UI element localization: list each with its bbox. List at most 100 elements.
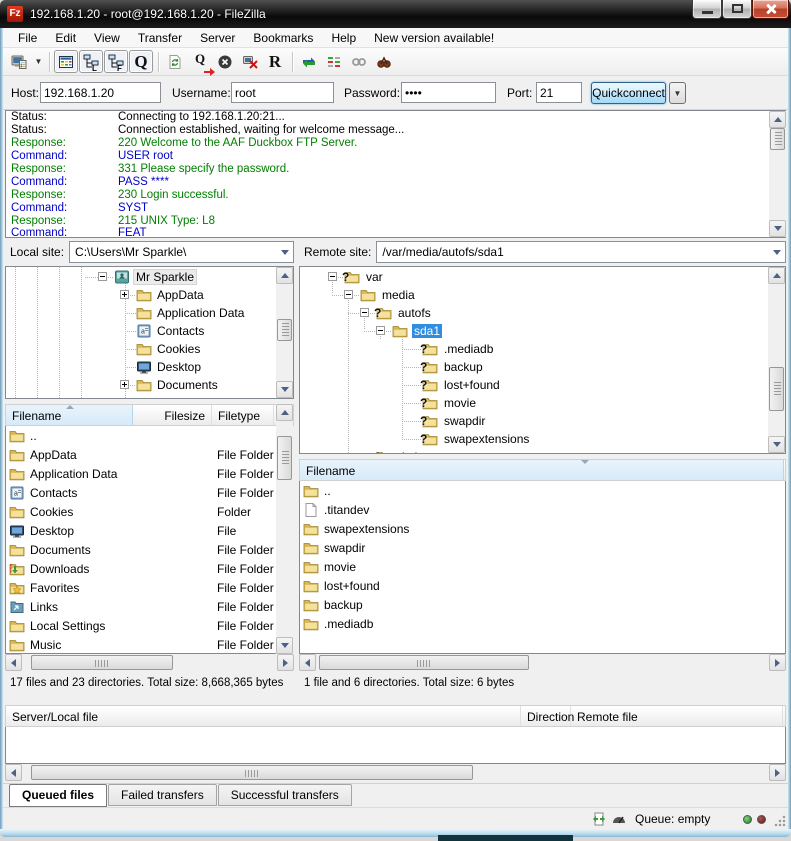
tree-item-desktop[interactable]: Desktop [6, 358, 293, 376]
tree-item-cookies[interactable]: Cookies [6, 340, 293, 358]
remote-tree-scrollbar[interactable] [768, 267, 785, 453]
titlebar[interactable]: Fz 192.168.1.20 - root@192.168.1.20 - Fi… [0, 0, 791, 28]
tree-item-sda1[interactable]: sda1 [300, 322, 785, 340]
scroll-up-button[interactable] [769, 111, 786, 128]
scroll-left-button[interactable] [299, 654, 316, 671]
tree-item-documents[interactable]: Documents [6, 376, 293, 394]
scroll-down-button[interactable] [276, 637, 293, 654]
tree-expander-plus[interactable] [120, 290, 129, 299]
reconnect-button[interactable]: R [263, 50, 287, 73]
tree-item-swapextensions[interactable]: ?swapextensions [300, 430, 785, 448]
tree-expander-plus[interactable] [120, 398, 129, 399]
sync-browsing-button[interactable] [347, 50, 371, 73]
menu-file[interactable]: File [9, 29, 46, 47]
tree-item--mediadb[interactable]: ?.mediadb [300, 340, 785, 358]
local-site-combo[interactable]: C:\Users\Mr Sparkle\ [69, 241, 294, 263]
file-row[interactable]: lost+found [300, 576, 785, 595]
tab-failed-transfers[interactable]: Failed transfers [108, 784, 217, 806]
file-row[interactable]: movie [300, 557, 785, 576]
file-row[interactable]: DesktopFile [6, 521, 276, 540]
local-list-scrollbar[interactable] [276, 404, 293, 654]
scroll-right-button[interactable] [769, 654, 786, 671]
local-hscrollbar[interactable] [5, 654, 294, 671]
file-row[interactable]: .. [6, 426, 276, 445]
toggle-remote-tree-button[interactable]: F [104, 50, 128, 73]
tree-expander-minus[interactable] [98, 272, 107, 281]
tree-expander-minus[interactable] [360, 308, 369, 317]
tree-item-dvd[interactable]: ?dvd [300, 448, 785, 454]
tree-item-appdata[interactable]: AppData [6, 286, 293, 304]
file-row[interactable]: FavoritesFile Folder [6, 578, 276, 597]
minimize-button[interactable] [692, 0, 722, 19]
tree-item-lost-found[interactable]: ?lost+found [300, 376, 785, 394]
menu-bookmarks[interactable]: Bookmarks [244, 29, 322, 47]
tree-item-application-data[interactable]: Application Data [6, 304, 293, 322]
local-tree-scrollbar[interactable] [276, 267, 293, 398]
file-row[interactable]: MusicFile Folder [6, 635, 276, 654]
password-input[interactable] [401, 82, 496, 103]
file-row[interactable]: DownloadsFile Folder [6, 559, 276, 578]
file-row[interactable]: AppDataFile Folder [6, 445, 276, 464]
port-input[interactable] [536, 82, 582, 103]
file-row[interactable]: .titandev [300, 500, 785, 519]
file-row[interactable]: Local SettingsFile Folder [6, 616, 276, 635]
scroll-thumb[interactable] [769, 367, 784, 411]
file-row[interactable]: swapextensions [300, 519, 785, 538]
scroll-thumb[interactable] [319, 655, 529, 670]
column-header-filesize[interactable]: Filesize [133, 405, 212, 425]
close-button[interactable] [752, 0, 789, 19]
file-row[interactable]: Application DataFile Folder [6, 464, 276, 483]
tree-expander-minus[interactable] [344, 290, 353, 299]
scroll-right-button[interactable] [277, 654, 294, 671]
toggle-local-tree-button[interactable]: L [79, 50, 103, 73]
tree-item-backup[interactable]: ?backup [300, 358, 785, 376]
file-row[interactable]: CookiesFolder [6, 502, 276, 521]
scroll-down-button[interactable] [276, 381, 293, 398]
column-header-filename[interactable]: Filename [300, 460, 784, 480]
tree-item-mr-sparkle[interactable]: Mr Sparkle [6, 268, 293, 286]
menu-edit[interactable]: Edit [46, 29, 85, 47]
scroll-thumb[interactable] [31, 655, 173, 670]
column-header-remote-file[interactable]: Remote file [571, 706, 783, 726]
quickconnect-button[interactable]: Quickconnect [591, 82, 666, 104]
scroll-up-button[interactable] [276, 404, 293, 421]
toggle-queue-button[interactable]: Q [129, 50, 153, 73]
file-row[interactable]: swapdir [300, 538, 785, 557]
file-row[interactable]: DocumentsFile Folder [6, 540, 276, 559]
remote-site-combo[interactable]: /var/media/autofs/sda1 [376, 241, 786, 263]
scroll-thumb[interactable] [770, 128, 785, 150]
tree-item-var[interactable]: ?var [300, 268, 785, 286]
tree-expander-plus[interactable] [120, 380, 129, 389]
scroll-up-button[interactable] [276, 267, 293, 284]
toggle-log-button[interactable] [54, 50, 78, 73]
scroll-thumb[interactable] [31, 765, 473, 780]
file-row[interactable]: .. [300, 481, 785, 500]
tree-item-movie[interactable]: ?movie [300, 394, 785, 412]
resize-grip[interactable] [774, 815, 786, 827]
menu-transfer[interactable]: Transfer [129, 29, 191, 47]
remote-hscrollbar[interactable] [299, 654, 786, 671]
scroll-down-button[interactable] [769, 220, 786, 237]
scroll-left-button[interactable] [5, 764, 22, 781]
directory-comparison-button[interactable] [322, 50, 346, 73]
log-scrollbar[interactable] [769, 111, 786, 237]
scroll-thumb[interactable] [277, 319, 292, 341]
scroll-down-button[interactable] [768, 436, 785, 453]
file-row[interactable]: LinksFile Folder [6, 597, 276, 616]
column-header-server-local-file[interactable]: Server/Local file [6, 706, 521, 726]
scroll-left-button[interactable] [5, 654, 22, 671]
file-row[interactable]: aContactsFile Folder [6, 483, 276, 502]
file-row[interactable]: .mediadb [300, 614, 785, 633]
column-header-filetype[interactable]: Filetype [212, 405, 274, 425]
combo-arrow-icon[interactable] [277, 242, 293, 262]
tree-item-contacts[interactable]: aContacts [6, 322, 293, 340]
menu-server[interactable]: Server [191, 29, 244, 47]
menu-new-version-available[interactable]: New version available! [365, 29, 503, 47]
tree-expander-minus[interactable] [328, 272, 337, 281]
quickconnect-dropdown[interactable]: ▼ [669, 82, 686, 104]
file-row[interactable]: backup [300, 595, 785, 614]
process-queue-button[interactable]: Q [188, 50, 212, 73]
sync-transfer-button[interactable] [297, 50, 321, 73]
refresh-button[interactable] [163, 50, 187, 73]
tree-item-autofs[interactable]: ?autofs [300, 304, 785, 322]
